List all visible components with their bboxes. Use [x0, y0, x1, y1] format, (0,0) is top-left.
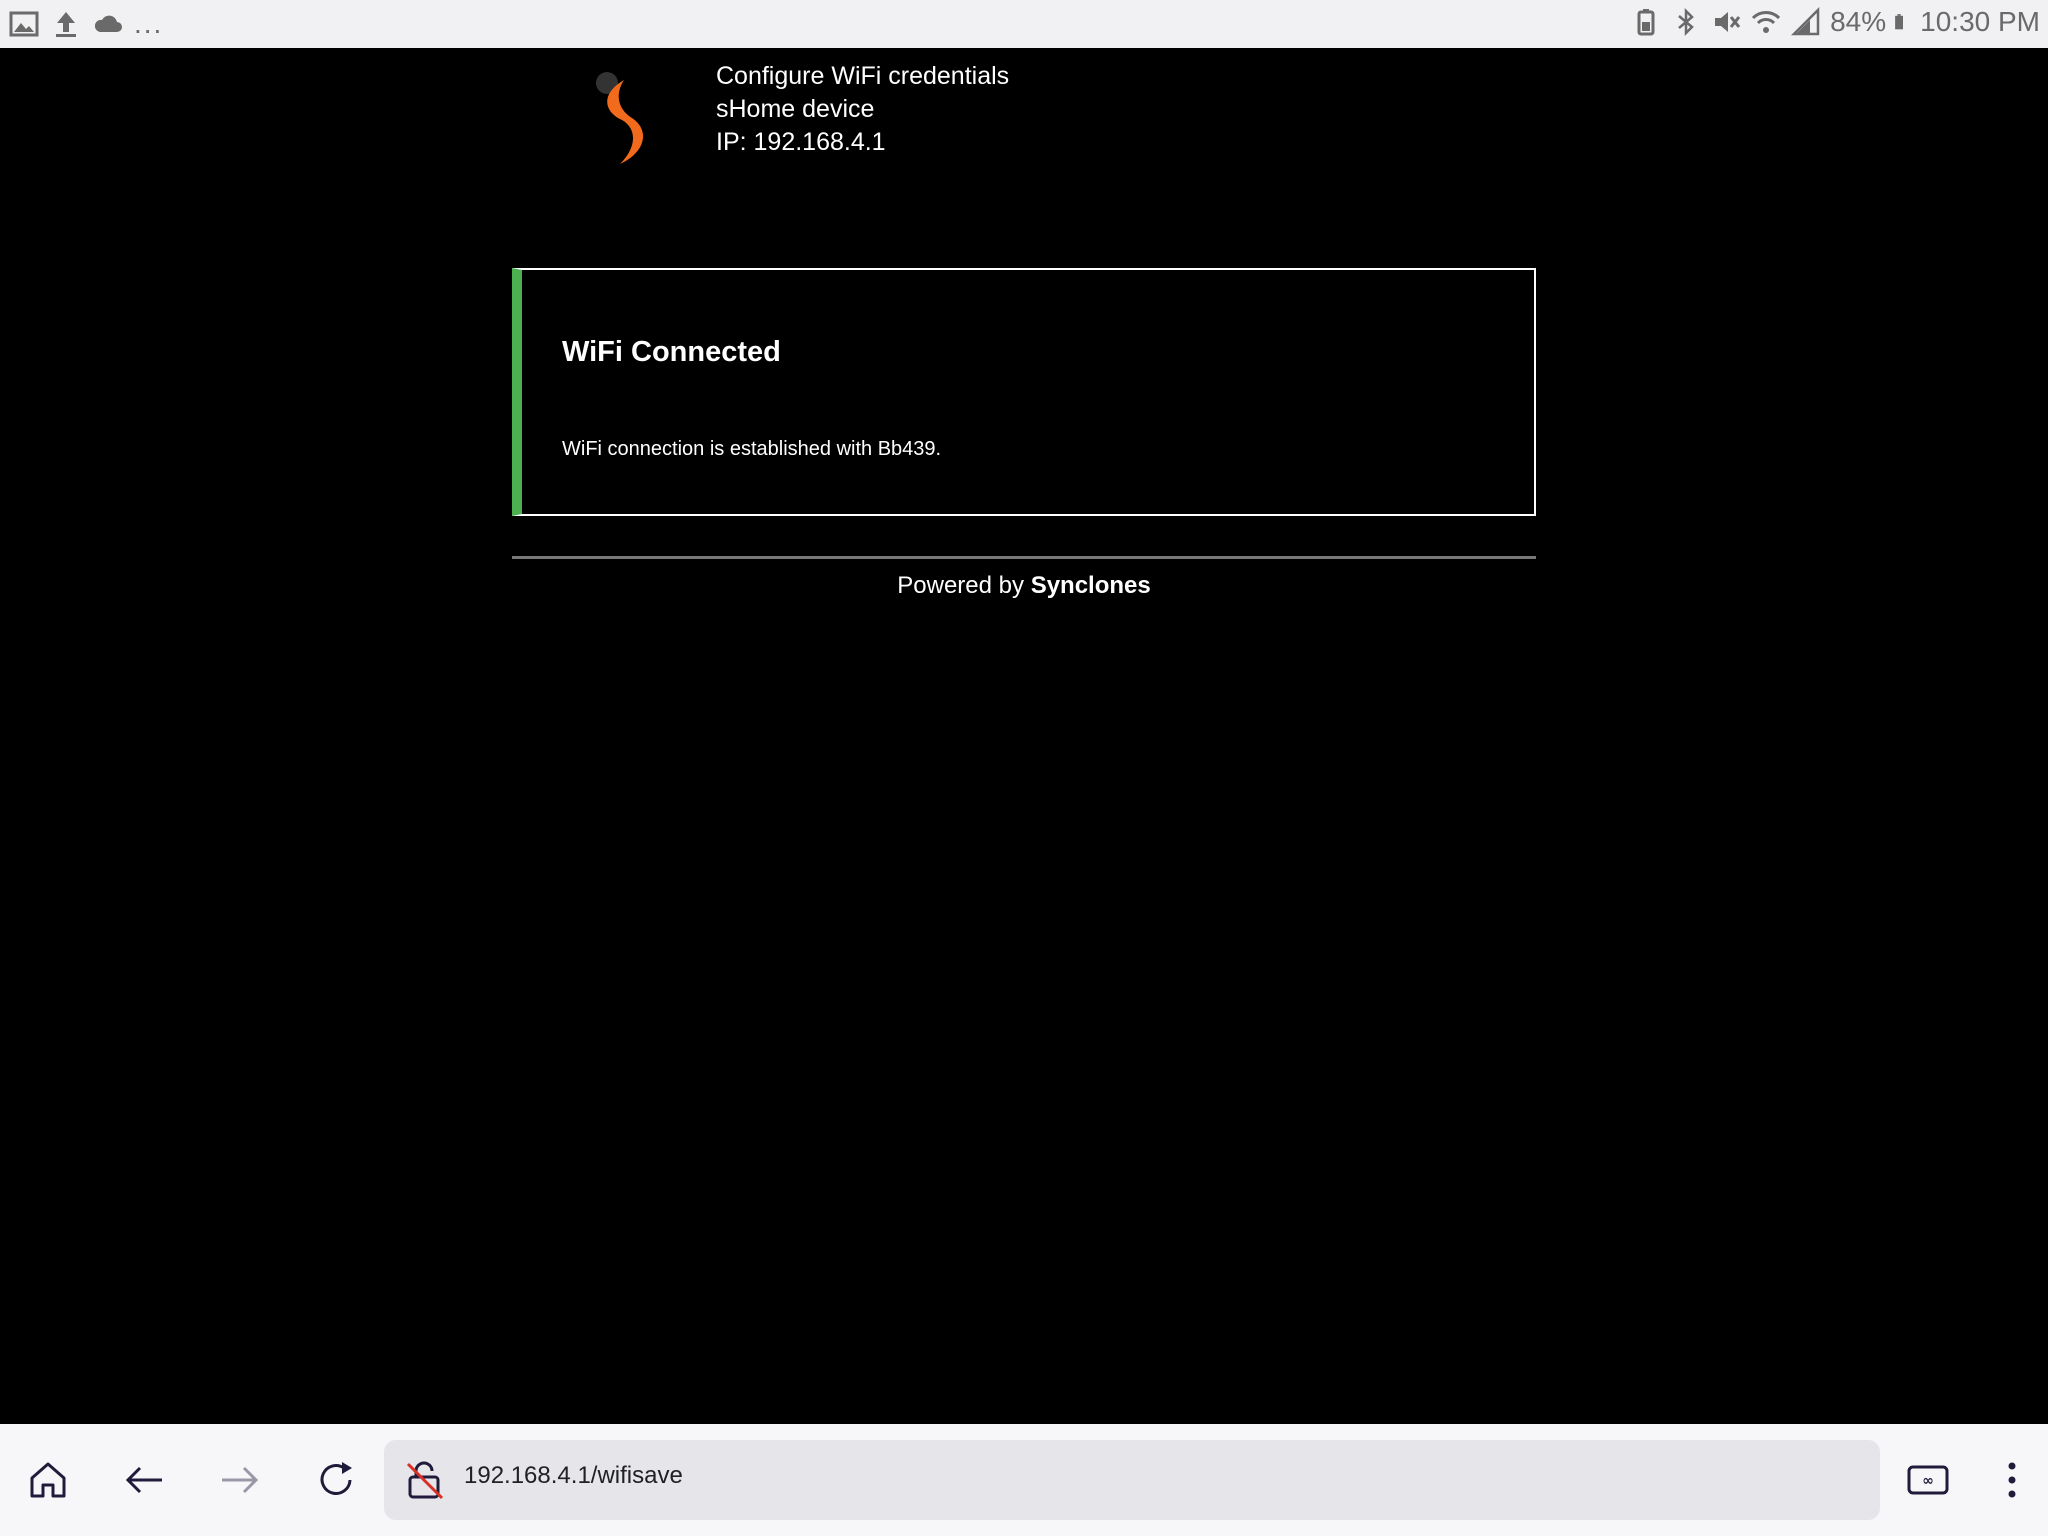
reload-button[interactable]: [308, 1452, 364, 1508]
upload-icon: [56, 12, 76, 37]
page-header: Configure WiFi credentials sHome device …: [716, 60, 1009, 159]
status-bar-notifications: ...: [8, 8, 163, 40]
footer-divider: [512, 556, 1536, 559]
image-icon: [9, 11, 39, 37]
footer: Powered by Synclones: [0, 572, 2048, 600]
footer-brand: Synclones: [1030, 572, 1151, 599]
battery-saver-icon: [1637, 9, 1655, 36]
forward-button[interactable]: [212, 1452, 268, 1508]
bluetooth-icon: [1678, 7, 1694, 37]
home-icon: [30, 1462, 66, 1498]
address-bar[interactable]: 192.168.4.1/wifisave: [384, 1440, 1880, 1520]
status-bar: ... 84% 10:30 PM: [0, 0, 2048, 48]
footer-prefix: Powered by: [897, 572, 1025, 599]
tab-switcher-icon: ∞: [1907, 1465, 1949, 1495]
status-bar-system: 84% 10:30 PM: [1630, 6, 2040, 38]
web-content: Configure WiFi credentials sHome device …: [0, 48, 2048, 1424]
signal-icon: [1791, 6, 1820, 36]
menu-icon: [2008, 1462, 2016, 1498]
back-button[interactable]: [116, 1452, 172, 1508]
battery-icon: [1895, 14, 1904, 30]
cloud-icon: [94, 15, 122, 32]
header-ip: IP: 192.168.4.1: [716, 128, 886, 156]
notification-overflow: ...: [134, 8, 164, 39]
not-secure-lock-icon[interactable]: [404, 1460, 444, 1500]
header-title: Configure WiFi credentials: [716, 62, 1010, 90]
wifi-icon: [1752, 11, 1781, 33]
alert-message: WiFi connection is established with Bb43…: [562, 438, 942, 460]
url-text[interactable]: 192.168.4.1/wifisave: [464, 1462, 683, 1490]
header-device: sHome device: [716, 95, 875, 123]
svg-text:∞: ∞: [1922, 1473, 1934, 1489]
battery-percentage: 84%: [1830, 6, 1887, 37]
home-button[interactable]: [20, 1452, 76, 1508]
wifi-status-alert: WiFi Connected WiFi connection is establ…: [512, 268, 1536, 516]
menu-button[interactable]: [1984, 1452, 2040, 1508]
forward-icon: [222, 1466, 259, 1494]
tab-switcher-button[interactable]: ∞: [1900, 1452, 1956, 1508]
clock: 10:30 PM: [1920, 6, 2040, 37]
browser-toolbar: 192.168.4.1/wifisave ∞: [0, 1424, 2048, 1536]
synclones-logo: [596, 72, 644, 164]
mute-icon: [1715, 12, 1741, 32]
reload-icon: [320, 1462, 352, 1495]
alert-title: WiFi Connected: [562, 336, 781, 368]
back-icon: [125, 1466, 162, 1494]
